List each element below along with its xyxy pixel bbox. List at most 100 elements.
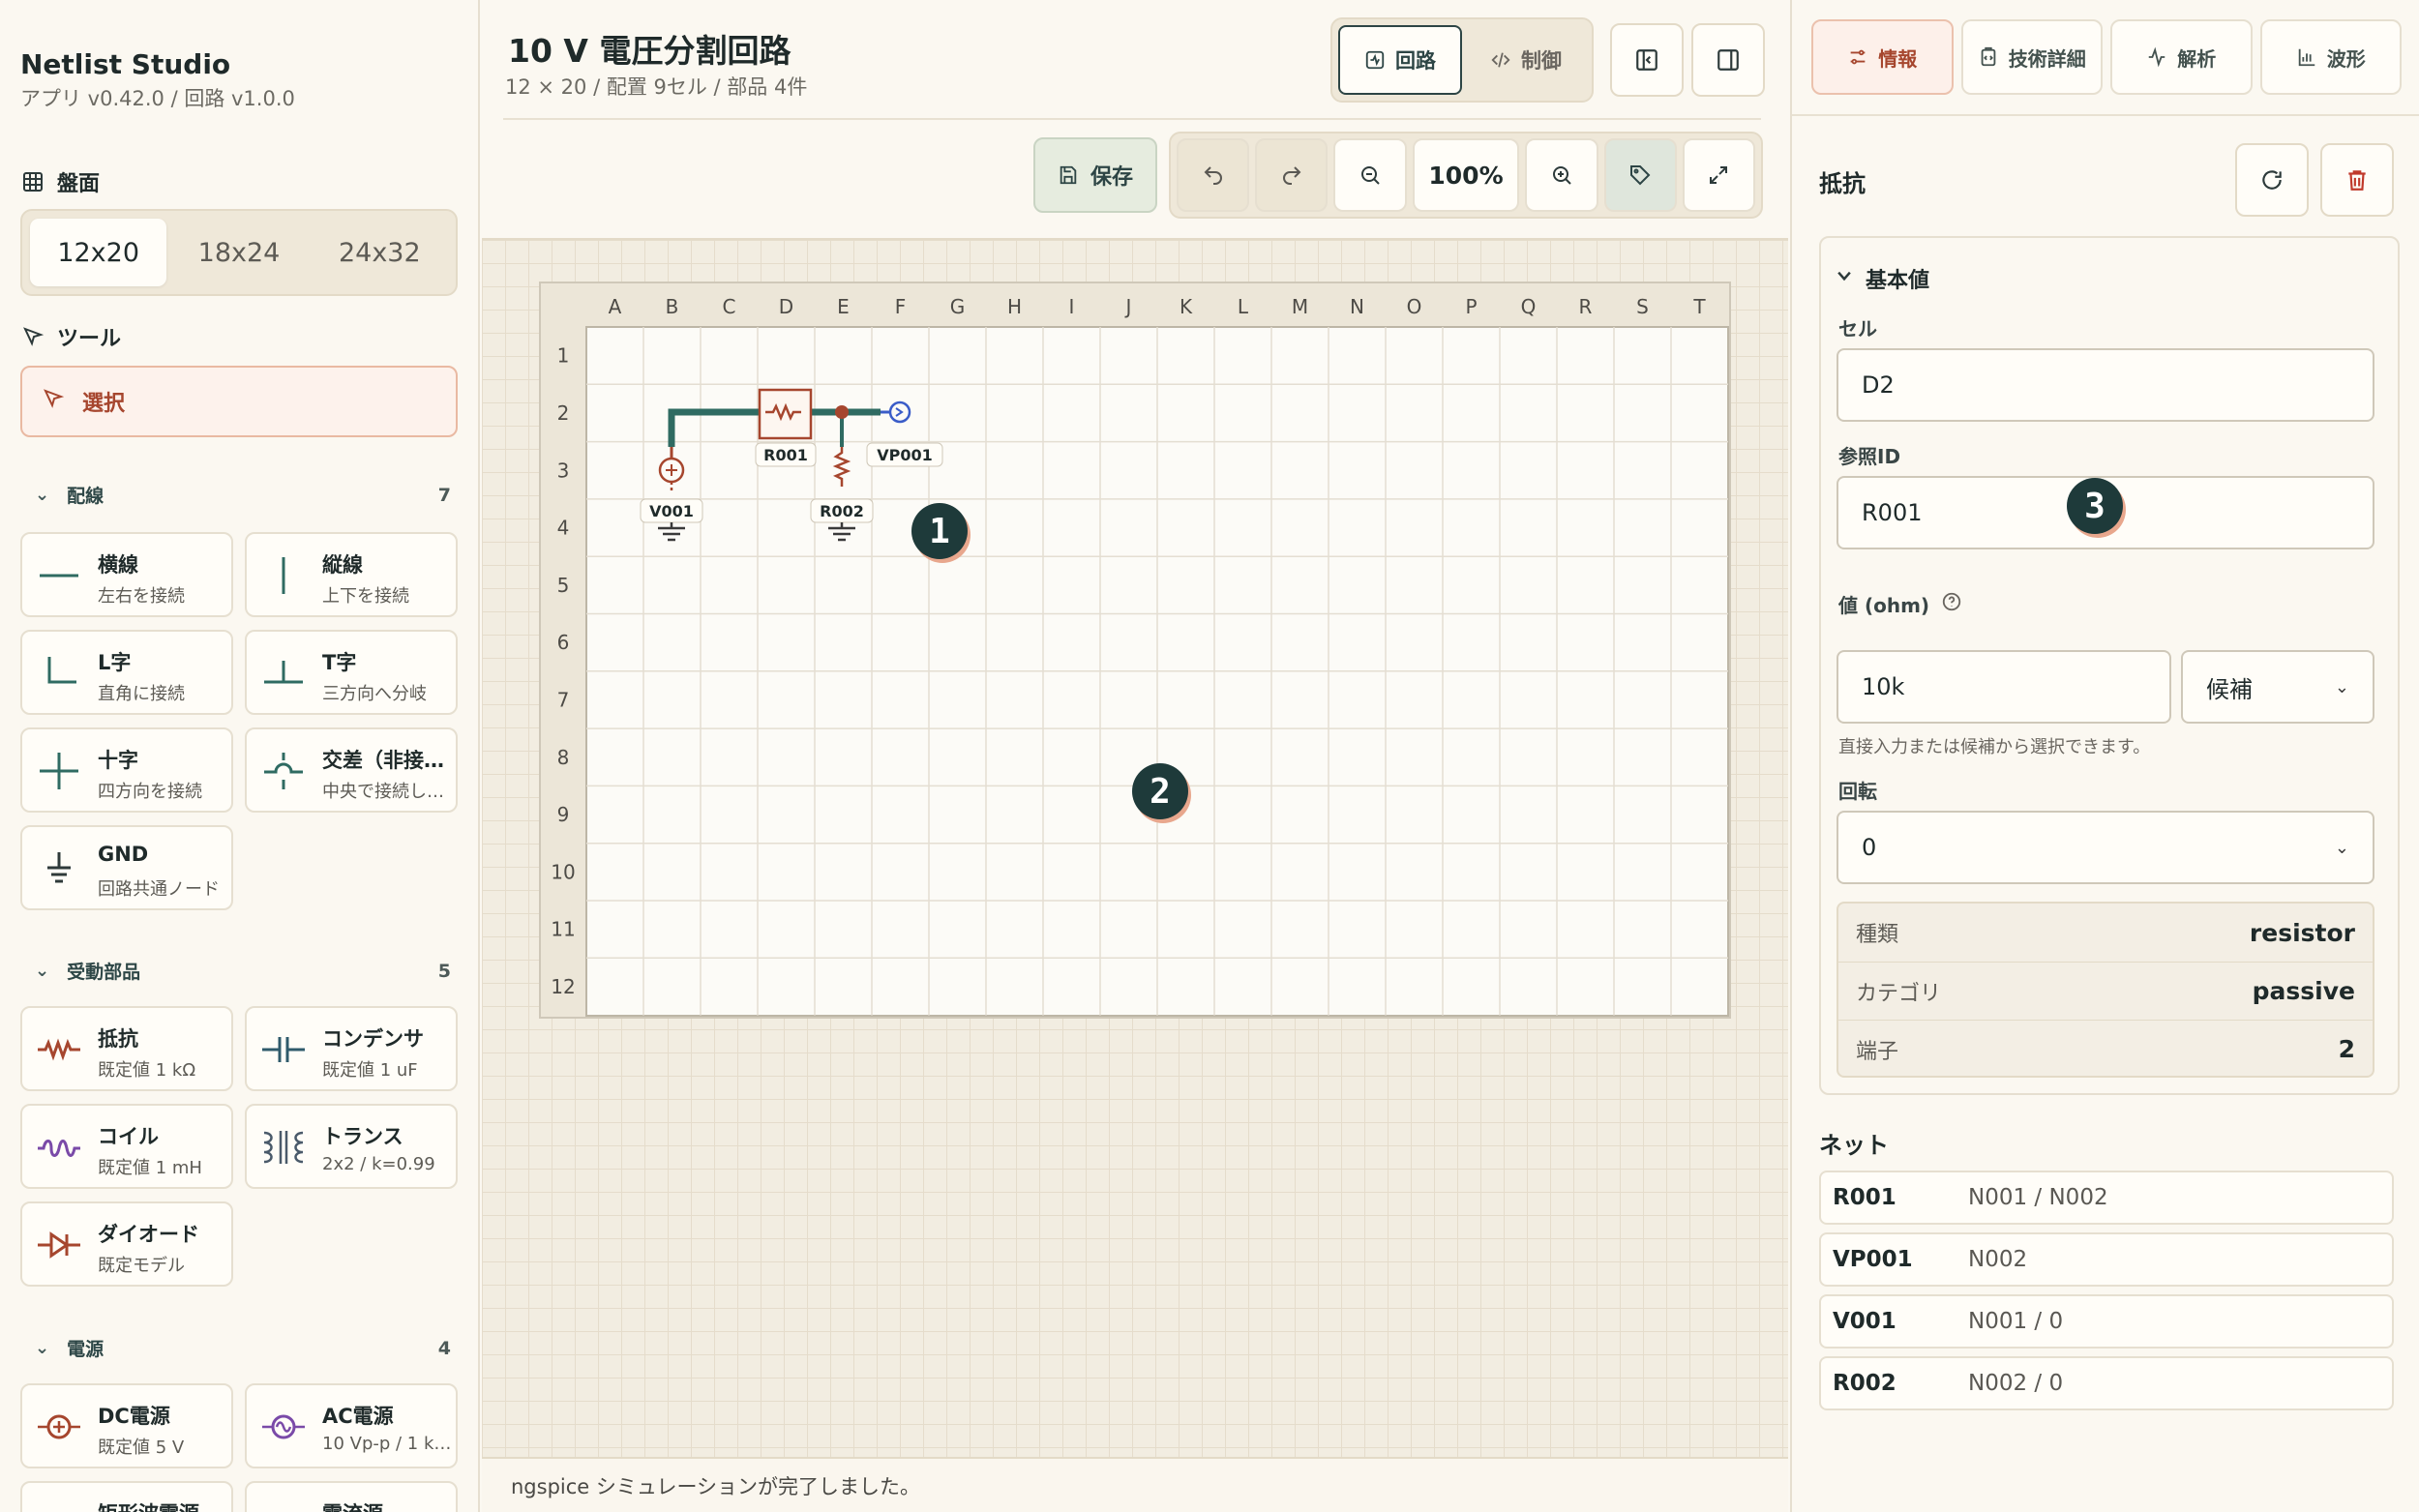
delete-button[interactable] (2320, 143, 2394, 217)
tool-square-source[interactable]: 矩形波電源 (20, 1481, 233, 1512)
zoom-in-button[interactable] (1525, 138, 1598, 212)
column-label: F (895, 295, 907, 318)
net-row[interactable]: R002 N002 / 0 (1819, 1356, 2394, 1410)
help-icon[interactable] (1941, 591, 1962, 617)
circuit-grid[interactable]: ABCDEFGHIJKLMNOPQRST 123456789101112 R00… (482, 240, 1788, 1459)
category-power-header[interactable]: ⌄ 電源 4 (35, 1335, 451, 1361)
tool-cross-wire[interactable]: 十字 四方向を接続 (20, 727, 233, 813)
ground-icon (47, 852, 71, 883)
label-r001: R001 (763, 446, 808, 464)
tool-gnd[interactable]: GND 回路共通ノード (20, 825, 233, 910)
grid-lines (586, 327, 1728, 1016)
tool-crossing-wire[interactable]: 交差（非接続） 中央で接続しない (245, 727, 458, 813)
column-label: B (666, 295, 679, 318)
net-row[interactable]: R001 N001 / N002 (1819, 1171, 2394, 1225)
circuit-canvas[interactable]: ABCDEFGHIJKLMNOPQRST 1 2 3 4 5 6 7 8 9 10 11 12 R00… (482, 238, 1788, 1457)
value-label: 値 (ohm) (1838, 590, 1962, 618)
tab-analysis[interactable]: 解析 (2110, 19, 2253, 95)
crossing-wire-icon (264, 753, 303, 789)
tool-dc-source[interactable]: DC電源 既定値 5 V (20, 1383, 233, 1468)
toggle-right-panel-button[interactable] (1691, 23, 1765, 97)
property-row: 種類 resistor (1856, 918, 2355, 948)
chevron-down-icon: ⌄ (2334, 676, 2349, 697)
tab-tech-details[interactable]: 技術詳細 (1960, 19, 2103, 95)
inductor-icon (38, 1140, 80, 1157)
board-size-24x32[interactable]: 24x32 (312, 219, 448, 286)
save-button[interactable]: 保存 (1033, 137, 1157, 213)
tool-inductor[interactable]: コイル 既定値 1 mH (20, 1104, 233, 1189)
zoom-out-button[interactable] (1333, 138, 1407, 212)
column-label: K (1180, 295, 1193, 318)
tab-circuit[interactable]: 回路 (1338, 25, 1462, 95)
row-label: 2 (557, 401, 570, 425)
nets-title: ネット (1819, 1132, 1889, 1159)
tool-l-wire[interactable]: L字 直角に接続 (20, 630, 233, 715)
tab-waveform[interactable]: 波形 (2259, 19, 2402, 95)
toggle-left-panel-button[interactable] (1610, 23, 1684, 97)
tool-t-wire[interactable]: T字 三方向へ分岐 (245, 630, 458, 715)
tool-capacitor[interactable]: コンデンサ 既定値 1 uF (245, 1006, 458, 1091)
board-size-12x20[interactable]: 12x20 (30, 219, 167, 286)
resistor-icon (38, 1038, 80, 1061)
net-row[interactable]: VP001 N002 (1819, 1232, 2394, 1287)
board-size-18x24[interactable]: 18x24 (170, 219, 307, 286)
grid-icon (20, 169, 45, 194)
property-row: カテゴリ passive (1838, 962, 2373, 1020)
tools-section-header: ツール (20, 321, 121, 352)
t-wire-icon (264, 661, 303, 684)
fit-view-button[interactable] (1682, 138, 1756, 212)
redo-button[interactable] (1255, 138, 1329, 212)
trash-icon (2348, 170, 2366, 191)
zoom-level[interactable]: 100% (1412, 138, 1520, 212)
cell-field[interactable]: D2 (1837, 348, 2374, 422)
transformer-icon (263, 1131, 304, 1164)
category-wiring-header[interactable]: ⌄ 配線 7 (35, 482, 451, 508)
toggle-labels-button[interactable] (1603, 138, 1677, 212)
label-v001: V001 (649, 502, 694, 520)
canvas-toolbar: 100% (1169, 132, 1763, 219)
annotation-badge-2: 2 (1132, 763, 1188, 819)
clipboard-code-icon (1981, 46, 1996, 67)
row-label: 1 (557, 344, 570, 368)
select-tool-button[interactable]: 選択 (20, 366, 458, 437)
board-size-selector: 12x20 18x24 24x32 (20, 209, 458, 296)
tool-current-source[interactable]: 電流源 (245, 1481, 458, 1512)
column-label: S (1636, 295, 1649, 318)
row-label: 4 (557, 517, 570, 540)
basic-values-header[interactable]: 基本値 (1835, 263, 1929, 294)
tab-control[interactable]: 制御 (1466, 25, 1586, 95)
net-row[interactable]: V001 N001 / 0 (1819, 1294, 2394, 1349)
circuit-subtitle: 12 × 20 / 配置 9セル / 部品 4件 (505, 75, 808, 99)
app-version: アプリ v0.42.0 / 回路 v1.0.0 (20, 87, 295, 110)
column-label: E (837, 295, 850, 318)
tool-vertical-wire[interactable]: 縦線 上下を接続 (245, 532, 458, 617)
rotation-label: 回転 (1838, 780, 1877, 803)
value-field[interactable]: 10k (1837, 650, 2171, 724)
category-passive-header[interactable]: ⌄ 受動部品 5 (35, 958, 451, 984)
tab-info[interactable]: 情報 (1811, 19, 1954, 95)
label-r002: R002 (820, 502, 864, 520)
undo-button[interactable] (1177, 138, 1250, 212)
tool-horizontal-wire[interactable]: 横線 左右を接続 (20, 532, 233, 617)
rotation-select[interactable]: 0 ⌄ (1837, 811, 2374, 884)
column-label: L (1238, 295, 1249, 318)
column-label: R (1579, 295, 1593, 318)
chevron-down-icon: ⌄ (35, 961, 50, 981)
tool-resistor[interactable]: 抵抗 既定値 1 kΩ (20, 1006, 233, 1091)
tool-diode[interactable]: ダイオード 既定モデル (20, 1201, 233, 1287)
expand-icon (1710, 166, 1728, 184)
value-candidate-select[interactable]: 候補 ⌄ (2181, 650, 2374, 724)
category-power-label: 電源 (67, 1339, 105, 1360)
category-passive-label: 受動部品 (67, 962, 141, 983)
column-label: T (1692, 295, 1706, 318)
tool-transformer[interactable]: トランス 2x2 / k=0.99 (245, 1104, 458, 1189)
row-label: 5 (557, 574, 570, 597)
current-source-icon (260, 1504, 307, 1512)
column-label: I (1069, 295, 1075, 318)
component-r001[interactable]: R001 (755, 388, 817, 467)
tool-ac-source[interactable]: AC電源 10 Vp-p / 1 kHz (245, 1383, 458, 1468)
category-power-count: 4 (437, 1337, 451, 1359)
sidebar: Netlist Studio アプリ v0.42.0 / 回路 v1.0.0 盤… (0, 0, 480, 1512)
reset-button[interactable] (2235, 143, 2309, 217)
column-label: Q (1521, 295, 1537, 318)
